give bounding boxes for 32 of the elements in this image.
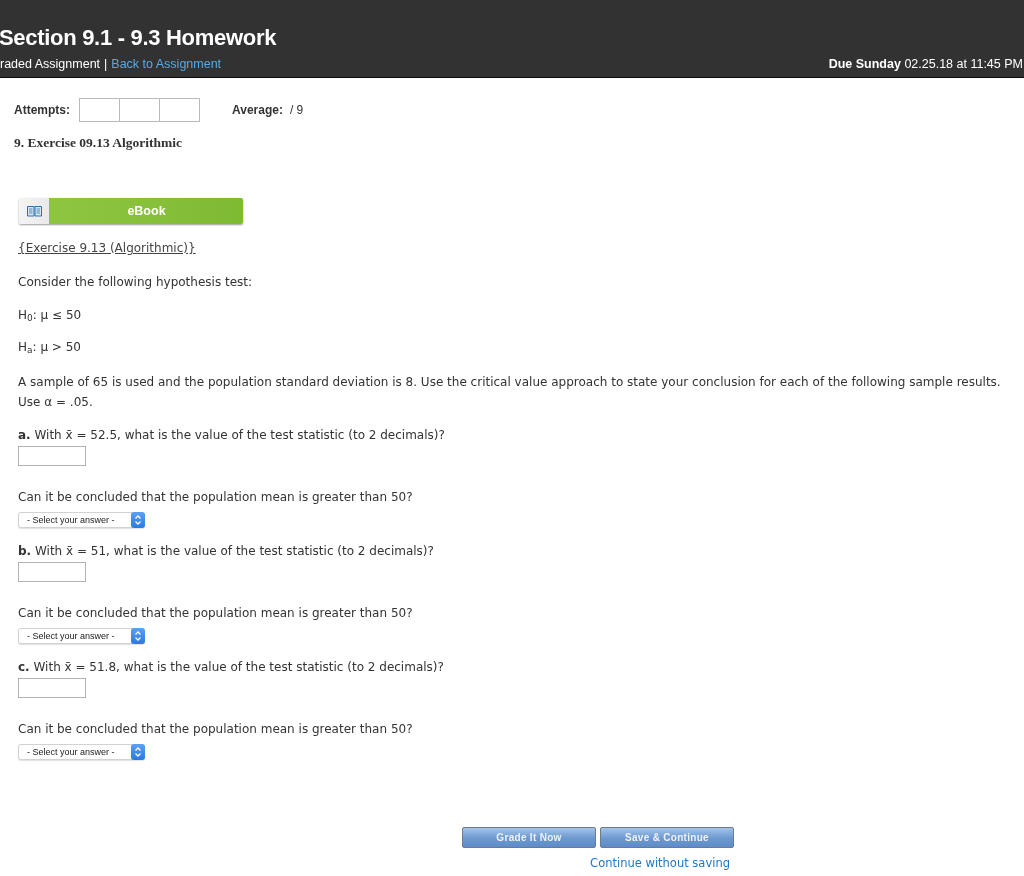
answer-dropdown[interactable]: - Select your answer - (18, 628, 145, 644)
question-text: c. With x̄ = 51.8, what is the value of the test statistic (to 2 decimals)? (18, 659, 444, 675)
continue-link[interactable]: Continue without saving (590, 855, 730, 871)
assignment-type: raded Assignment (0, 57, 101, 71)
up-down-chevron-icon (131, 628, 145, 644)
answer-field[interactable] (18, 678, 86, 698)
problem-text: Use α = .05. (18, 394, 93, 411)
average-label: Average: (232, 103, 283, 117)
hypothesis-text: H$_{0}$: μ ≤ 50 (18, 307, 82, 323)
answer-dropdown[interactable]: - Select your answer - (18, 744, 145, 760)
question-text: Can it be concluded that the population mean is greater than 50? (18, 605, 413, 621)
hypothesis-text: H$_{a}$: μ > 50 (18, 339, 81, 355)
back-link[interactable]: Back to Assignment (111, 57, 222, 71)
up-down-chevron-icon (131, 744, 145, 760)
answer-field[interactable] (18, 562, 86, 582)
answer-field[interactable] (18, 446, 86, 466)
book-icon (27, 205, 42, 217)
up-down-chevron-icon (131, 512, 145, 528)
problem-text: A sample of 65 is used and the population standard deviation is 8. Use the critical value approach to state your conclusion for each of the following sample results. (18, 374, 1001, 391)
average-value: / 9 (289, 103, 304, 117)
exercise-title: 9. Exercise 09.13 Algorithmic (14, 135, 183, 151)
question-text: b. With x̄ = 51, what is the value of the test statistic (to 2 decimals)? (18, 543, 434, 559)
attempts-label: Attempts: (14, 103, 70, 117)
answer-dropdown[interactable]: - Select your answer - (18, 512, 145, 528)
assignment-title: Section 9.1 - 9.3 Homework (0, 24, 277, 50)
question-text: Can it be concluded that the population mean is greater than 50? (18, 489, 413, 505)
exercise-reference-link[interactable]: {Exercise 9.13 (Algorithmic)} (18, 240, 196, 256)
problem-text: Consider the following hypothesis test: (18, 274, 253, 290)
due-date: Due Sunday 02.25.18 at 11:45 PM (828, 57, 1024, 71)
question-text: Can it be concluded that the population mean is greater than 50? (18, 721, 413, 737)
separator: | (104, 57, 108, 71)
question-text: a. With x̄ = 52.5, what is the value of the test statistic (to 2 decimals)? (18, 427, 445, 443)
